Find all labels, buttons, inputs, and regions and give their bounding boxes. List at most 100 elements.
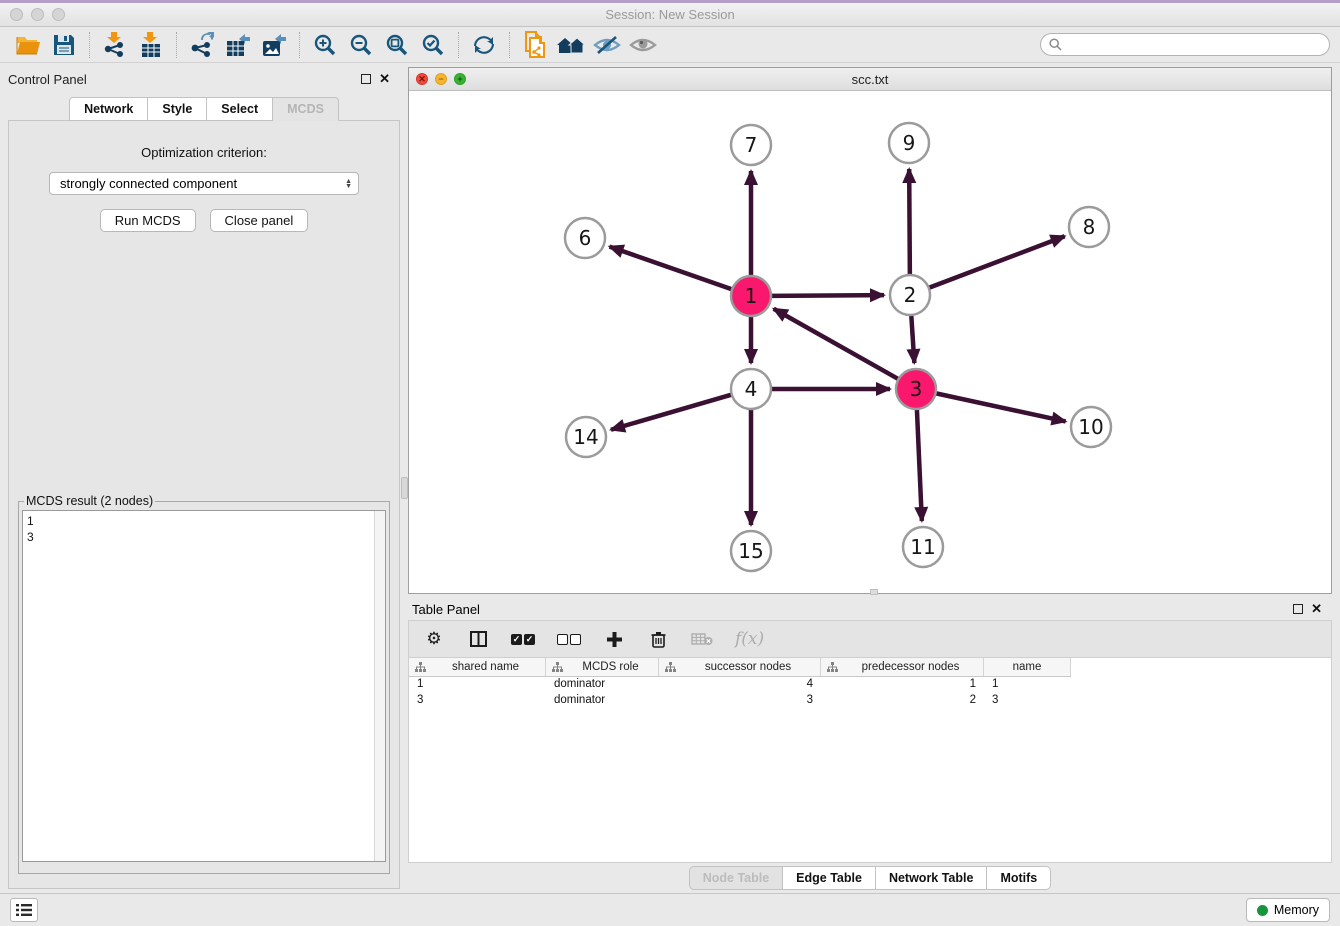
float-table-panel-icon[interactable]: [1293, 604, 1303, 614]
add-icon[interactable]: [603, 627, 625, 651]
graph-node-14[interactable]: 14: [566, 417, 606, 457]
splitter-grip[interactable]: [401, 477, 408, 499]
svg-text:4: 4: [745, 377, 758, 401]
control-panel-tabs: Network Style Select MCDS: [8, 97, 400, 121]
graph-node-4[interactable]: 4: [731, 369, 771, 409]
zoom-selected-icon[interactable]: [415, 30, 451, 60]
optimization-criterion-label: Optimization criterion:: [141, 145, 267, 160]
vertical-splitter[interactable]: [400, 63, 408, 893]
table-row[interactable]: 3 dominator 3 2 3: [409, 693, 1331, 709]
zoom-fit-icon[interactable]: [379, 30, 415, 60]
select-all-icon[interactable]: ✓✓: [511, 627, 535, 651]
mcds-result-list[interactable]: 1 3: [22, 510, 386, 862]
refresh-layout-icon[interactable]: [466, 30, 502, 60]
hide-selected-icon[interactable]: [589, 30, 625, 60]
search-icon: [1049, 38, 1062, 51]
open-folder-icon[interactable]: [10, 30, 46, 60]
gear-icon[interactable]: ⚙: [423, 627, 445, 651]
memory-status-icon: [1257, 905, 1268, 916]
optimization-criterion-select[interactable]: strongly connected component ▲▼: [49, 172, 359, 195]
task-history-icon[interactable]: [10, 898, 38, 922]
status-bar: Memory: [0, 893, 1340, 926]
table-panel: Table Panel ✕ ⚙ ✓✓: [408, 598, 1332, 893]
graph-node-3[interactable]: 3: [896, 369, 936, 409]
graph-edge-3-11[interactable]: [917, 409, 922, 521]
tab-network-table[interactable]: Network Table: [876, 866, 988, 890]
svg-text:1: 1: [745, 284, 758, 308]
dropdown-stepper-icon: ▲▼: [345, 179, 352, 189]
graph-node-15[interactable]: 15: [731, 531, 771, 571]
window-title: Session: New Session: [0, 7, 1340, 22]
graph-edge-2-3[interactable]: [911, 315, 914, 363]
svg-text:8: 8: [1083, 215, 1096, 239]
clone-network-icon[interactable]: [517, 30, 553, 60]
tab-select[interactable]: Select: [207, 97, 273, 121]
column-header-successor-nodes[interactable]: successor nodes: [659, 658, 821, 676]
attribute-icon: [552, 662, 563, 673]
deselect-all-icon[interactable]: [557, 627, 581, 651]
graph-node-2[interactable]: 2: [890, 275, 930, 315]
graph-edge-3-10[interactable]: [936, 393, 1066, 421]
home-icon[interactable]: [553, 30, 589, 60]
attribute-icon: [665, 662, 676, 673]
tab-node-table[interactable]: Node Table: [689, 866, 783, 890]
tab-edge-table[interactable]: Edge Table: [783, 866, 876, 890]
node-table[interactable]: shared name MCDS role successor nodes: [408, 658, 1332, 863]
run-mcds-button[interactable]: Run MCDS: [100, 209, 196, 232]
svg-text:10: 10: [1078, 415, 1103, 439]
tab-mcds[interactable]: MCDS: [273, 97, 339, 121]
search-input[interactable]: [1067, 38, 1321, 52]
toolbar-separator: [176, 32, 177, 58]
table-row[interactable]: 1 dominator 4 1 1: [409, 677, 1331, 693]
close-panel-button[interactable]: Close panel: [210, 209, 309, 232]
zoom-out-icon[interactable]: [343, 30, 379, 60]
mcds-result-fieldset: MCDS result (2 nodes) 1 3: [18, 494, 390, 874]
zoom-in-icon[interactable]: [307, 30, 343, 60]
graph-node-8[interactable]: 8: [1069, 207, 1109, 247]
result-scrollbar[interactable]: [374, 511, 385, 861]
trash-icon[interactable]: [647, 627, 669, 651]
window-titlebar: Session: New Session: [0, 3, 1340, 27]
tab-style[interactable]: Style: [148, 97, 207, 121]
tab-motifs[interactable]: Motifs: [987, 866, 1051, 890]
graph-edge-4-14[interactable]: [611, 395, 732, 430]
export-image-icon[interactable]: [256, 30, 292, 60]
memory-button[interactable]: Memory: [1246, 898, 1330, 922]
attribute-icon: [827, 662, 838, 673]
graph-edge-1-2[interactable]: [771, 295, 884, 296]
graph-edge-1-6[interactable]: [610, 247, 733, 290]
column-header-mcds-role[interactable]: MCDS role: [546, 658, 659, 676]
float-panel-icon[interactable]: [361, 74, 371, 84]
result-item: 3: [27, 529, 381, 545]
network-canvas[interactable]: 7 9 6 8 1 2 4 3 14 10 15 11: [409, 91, 1331, 591]
graph-node-9[interactable]: 9: [889, 123, 929, 163]
columns-icon[interactable]: [467, 627, 489, 651]
graph-node-6[interactable]: 6: [565, 218, 605, 258]
toolbar-separator: [509, 32, 510, 58]
import-table-icon[interactable]: [133, 30, 169, 60]
close-panel-icon[interactable]: ✕: [379, 74, 390, 84]
save-icon[interactable]: [46, 30, 82, 60]
table-panel-title: Table Panel: [412, 602, 1293, 617]
export-table-icon[interactable]: [220, 30, 256, 60]
graph-node-11[interactable]: 11: [903, 527, 943, 567]
horizontal-splitter-grip[interactable]: [870, 589, 878, 595]
graph-edge-3-1[interactable]: [774, 309, 899, 379]
graph-edge-2-9[interactable]: [909, 169, 910, 275]
graph-node-1[interactable]: 1: [731, 276, 771, 316]
column-header-predecessor-nodes[interactable]: predecessor nodes: [821, 658, 984, 676]
import-network-icon[interactable]: [97, 30, 133, 60]
graph-node-7[interactable]: 7: [731, 125, 771, 165]
export-network-icon[interactable]: [184, 30, 220, 60]
column-header-shared-name[interactable]: shared name: [409, 658, 546, 676]
show-all-icon[interactable]: [625, 30, 661, 60]
delete-column-icon[interactable]: [691, 627, 713, 651]
function-icon[interactable]: f(x): [735, 627, 764, 651]
mcds-panel: Optimization criterion: strongly connect…: [8, 120, 400, 889]
tab-network[interactable]: Network: [69, 97, 148, 121]
column-header-name[interactable]: name: [984, 658, 1071, 676]
graph-node-10[interactable]: 10: [1071, 407, 1111, 447]
close-table-panel-icon[interactable]: ✕: [1311, 604, 1322, 614]
table-tabs: Node Table Edge Table Network Table Moti…: [408, 863, 1332, 893]
graph-edge-2-8[interactable]: [929, 236, 1065, 288]
